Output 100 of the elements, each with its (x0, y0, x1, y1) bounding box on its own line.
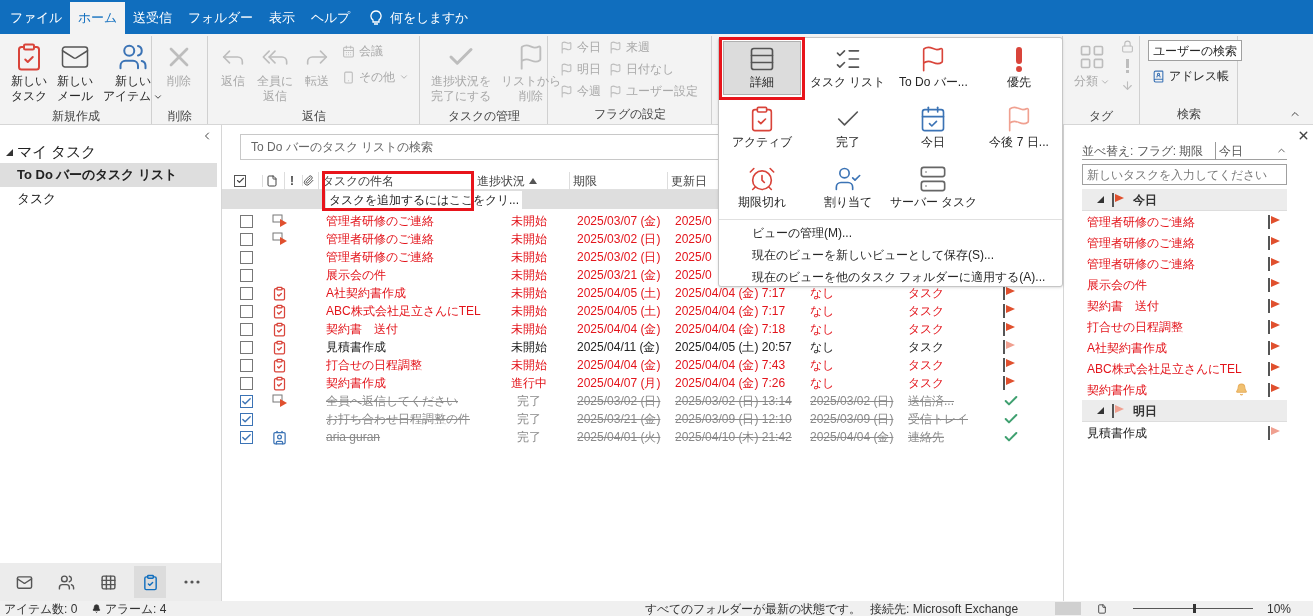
sync-status: すべてのフォルダーが最新の状態です。 (645, 601, 861, 616)
lightbulb-icon (370, 10, 382, 26)
ribbon-tab[interactable]: 表示 (261, 2, 303, 34)
column-header[interactable]: 更新日 (671, 171, 707, 190)
task-checkbox[interactable] (240, 232, 253, 246)
folder-group-header[interactable]: マイ タスク (17, 140, 97, 164)
ribbon-button[interactable]: 新しい メール (54, 36, 96, 108)
task-checkbox[interactable] (240, 286, 253, 300)
task-checkbox[interactable] (240, 304, 253, 318)
todo-item[interactable]: ABC株式会社足立さんにTEL (1082, 358, 1287, 379)
task-row[interactable]: 契約書作成 進行中 2025/04/07 (月) 2025/04/04 (金) 7:26 なし タスク (222, 374, 1059, 392)
menu-item[interactable]: ビューの管理(M)... (752, 222, 852, 244)
attachment-column-icon[interactable] (303, 175, 314, 186)
modified-date: 2025/0 (675, 249, 712, 266)
due-date: 2025/04/01 (火) (577, 429, 661, 446)
todo-item[interactable]: 管理者研修のご連絡 (1082, 211, 1287, 232)
task-checkbox[interactable] (240, 268, 253, 282)
table-cell-text: 2025/03/09 (日) (810, 411, 894, 428)
item-type-column-icon[interactable] (266, 174, 278, 187)
task-row[interactable]: 見積書作成 未開始 2025/04/11 (金) 2025/04/05 (土) 20:57 なし タスク (222, 338, 1059, 356)
todo-item[interactable]: A社契約書作成 (1082, 337, 1287, 358)
folder-item[interactable]: タスク (0, 187, 217, 211)
view-option[interactable]: To Do バー... (894, 41, 973, 95)
folder-name: 送信済... (908, 393, 954, 410)
todo-item[interactable]: 管理者研修のご連絡 (1082, 253, 1287, 274)
todo-item[interactable]: 展示会の件 (1082, 274, 1287, 295)
modified-date: 2025/0 (675, 267, 712, 284)
ribbon-tab[interactable]: 送受信 (125, 2, 180, 34)
task-icon (272, 303, 287, 319)
todo-item[interactable]: 契約書 送付 (1082, 295, 1287, 316)
todo-item[interactable]: 契約書作成 (1082, 379, 1287, 400)
zoom-slider[interactable] (1133, 604, 1253, 613)
expand-arrow-icon[interactable] (1097, 407, 1104, 414)
view-option[interactable]: 優先 (980, 41, 1058, 95)
column-header[interactable]: 期限 (573, 171, 597, 190)
task-row[interactable]: ABC株式会社足立さんにTEL 未開始 2025/04/05 (土) 2025/04/04 (金) 7:17 なし タスク (222, 302, 1059, 320)
task-status: 未開始 (511, 231, 547, 248)
close-icon[interactable] (1297, 129, 1310, 142)
task-status: 未開始 (511, 285, 547, 302)
task-checkbox[interactable] (240, 340, 253, 354)
column-header[interactable]: 進捗状況 (477, 171, 525, 190)
expand-arrow-icon[interactable] (6, 148, 13, 156)
task-checkbox[interactable] (240, 214, 253, 228)
task-status: 未開始 (511, 303, 547, 320)
due-date: 2025/03/21 (金) (577, 267, 661, 284)
group-header[interactable]: 今日 (1082, 189, 1287, 211)
server-icon (919, 165, 948, 193)
new-task-field[interactable]: 新しいタスクを入力してください (1082, 164, 1287, 185)
task-status: 未開始 (511, 267, 547, 284)
task-checkbox[interactable] (240, 322, 253, 336)
due-date: 2025/03/07 (金) (577, 213, 661, 230)
expand-arrow-icon[interactable] (1097, 196, 1104, 203)
modified-date: 2025/04/04 (金) 7:17 (675, 303, 786, 320)
sort-label[interactable]: 並べ替え: フラグ: 期限 (1082, 141, 1204, 160)
module-button[interactable] (134, 566, 166, 598)
view-option[interactable]: 割り当て (808, 161, 887, 215)
mail-icon (15, 573, 33, 591)
view-option[interactable]: タスク リスト (808, 41, 887, 95)
reading-view-icon[interactable] (1097, 603, 1107, 614)
task-row[interactable]: お打ち合わせ日程調整の件 完了 2025/03/21 (金) 2025/03/09 (日) 12:10 2025/03/09 (日) 受信トレイ (222, 410, 1059, 428)
view-option[interactable]: 期限切れ (723, 161, 801, 215)
tell-me-field[interactable]: 何をしますか (358, 2, 480, 34)
ribbon-tab[interactable]: ホーム (70, 2, 125, 34)
menu-item[interactable]: 現在のビューを新しいビューとして保存(S)... (752, 244, 994, 266)
todo-item[interactable]: 見積書作成 (1082, 422, 1287, 443)
people-icon (57, 573, 75, 591)
sort-value[interactable]: 今日 (1219, 141, 1243, 160)
task-row[interactable]: aria guran 完了 2025/04/01 (火) 2025/04/10 (木) 21:42 2025/04/04 (金) 連絡先 (222, 428, 1059, 446)
task-row[interactable]: 全員へ返信してください 完了 2025/03/02 (日) 2025/03/02 (日) 13:14 2025/03/02 (日) 送信済... (222, 392, 1059, 410)
flagged-mail-icon (272, 394, 288, 408)
group-header[interactable]: 明日 (1082, 400, 1287, 422)
todo-item[interactable]: 打合せの日程調整 (1082, 316, 1287, 337)
task-checkbox[interactable] (240, 376, 253, 390)
task-checkbox[interactable] (240, 394, 253, 408)
due-date: 2025/03/02 (日) (577, 393, 661, 410)
search-people-field[interactable]: ユーザーの検索 (1148, 40, 1242, 61)
task-checkbox[interactable] (240, 358, 253, 372)
view-option[interactable]: 詳細 (723, 41, 801, 95)
task-subject: 管理者研修のご連絡 (326, 213, 434, 230)
task-checkbox[interactable] (240, 250, 253, 264)
ribbon-button[interactable]: アドレス帳 (1148, 65, 1233, 87)
ribbon-tab[interactable]: フォルダー (180, 2, 261, 34)
todo-item[interactable]: 管理者研修のご連絡 (1082, 232, 1287, 253)
task-subject: 管理者研修のご連絡 (326, 231, 434, 248)
ribbon-tab[interactable]: ファイル (2, 2, 70, 34)
task-checkbox[interactable] (240, 430, 253, 444)
add-task-field[interactable]: タスクを追加するにはここをクリ... (326, 190, 522, 209)
complete-column-icon[interactable] (234, 174, 246, 187)
ribbon-tab[interactable]: ヘルプ (303, 2, 358, 34)
modified-date: 2025/0 (675, 231, 712, 248)
ribbon-button[interactable]: 新しい タスク (8, 36, 50, 108)
folder-name: タスク (908, 303, 944, 320)
column-header[interactable]: ! (290, 171, 294, 190)
clock-icon (747, 165, 776, 193)
task-row[interactable]: 打合せの日程調整 未開始 2025/04/04 (金) 2025/04/04 (金) 7:43 なし タスク (222, 356, 1059, 374)
connection-status: 接続先: Microsoft Exchange (870, 601, 1019, 616)
folder-item[interactable]: To Do バーのタスク リスト (0, 163, 217, 187)
task-checkbox[interactable] (240, 412, 253, 426)
task-row[interactable]: 契約書 送付 未開始 2025/04/04 (金) 2025/04/04 (金) 7:18 なし タスク (222, 320, 1059, 338)
folder-name: 連絡先 (908, 429, 944, 446)
